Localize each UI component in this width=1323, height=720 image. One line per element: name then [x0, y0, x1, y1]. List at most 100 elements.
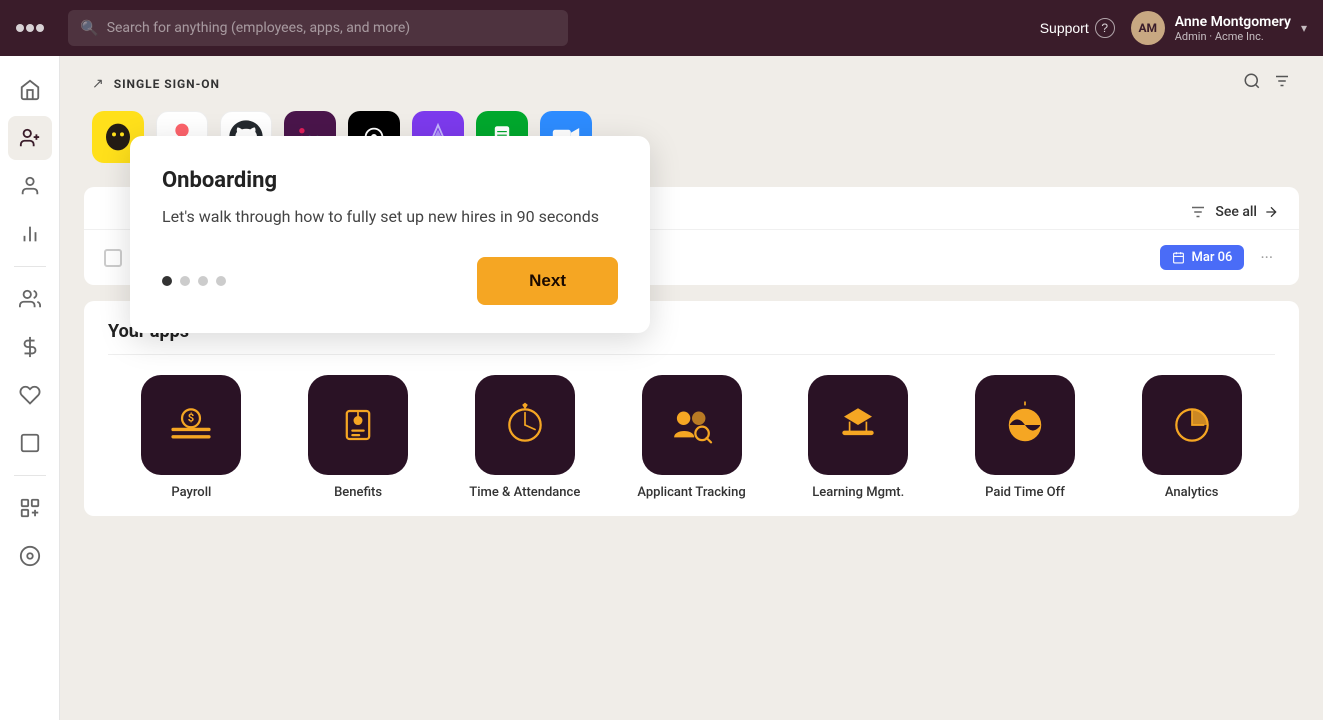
book-icon	[19, 432, 41, 454]
team-icon	[19, 288, 41, 310]
header-actions	[1243, 72, 1291, 95]
support-label: Support	[1040, 20, 1089, 36]
learning-icon-box	[808, 375, 908, 475]
sidebar-item-people[interactable]	[8, 164, 52, 208]
app-item-payroll[interactable]: $ Payroll	[108, 375, 275, 516]
apps-grid: $ Payroll	[108, 375, 1275, 516]
time-icon	[497, 397, 553, 453]
page-title: SINGLE SIGN-ON	[114, 77, 220, 91]
app-item-analytics-app[interactable]: Analytics	[1108, 375, 1275, 516]
step-dot-3	[198, 276, 208, 286]
time-label: Time & Attendance	[469, 485, 580, 500]
applicant-icon-box	[642, 375, 742, 475]
step-indicator	[162, 276, 226, 286]
next-button[interactable]: Next	[477, 257, 618, 305]
step-dot-2	[180, 276, 190, 286]
apps-divider	[108, 354, 1275, 355]
benefits-label: Benefits	[334, 485, 382, 500]
step-dot-4	[216, 276, 226, 286]
learning-label: Learning Mgmt.	[812, 485, 904, 500]
user-menu[interactable]: AM Anne Montgomery Admin · Acme Inc. ▾	[1131, 11, 1307, 45]
main-content: ↗ SINGLE SIGN-ON	[60, 56, 1323, 720]
add-person-icon	[19, 127, 41, 149]
benefits-icon-box	[308, 375, 408, 475]
app-item-benefits[interactable]: Benefits	[275, 375, 442, 516]
pto-label: Paid Time Off	[985, 485, 1065, 500]
heart-icon	[19, 384, 41, 406]
task-date: Mar 06	[1191, 250, 1232, 265]
avatar: AM	[1131, 11, 1165, 45]
main-layout: ↗ SINGLE SIGN-ON	[0, 56, 1323, 720]
user-info-text: Anne Montgomery Admin · Acme Inc.	[1175, 14, 1291, 43]
sidebar-item-app-store[interactable]	[8, 486, 52, 530]
step-dot-1	[162, 276, 172, 286]
logo	[16, 24, 44, 32]
sidebar-divider-1	[14, 266, 46, 267]
logo-dot-1	[16, 24, 24, 32]
learning-icon	[830, 397, 886, 453]
sidebar-divider-2	[14, 475, 46, 476]
support-help-icon: ?	[1095, 18, 1115, 38]
payroll-label: Payroll	[171, 485, 211, 500]
see-all-link[interactable]: See all	[1215, 204, 1279, 220]
sidebar-item-settings[interactable]	[8, 534, 52, 578]
sidebar-item-benefits[interactable]	[8, 373, 52, 417]
benefits-icon	[330, 397, 386, 453]
app-item-applicant[interactable]: Applicant Tracking	[608, 375, 775, 516]
svg-text:$: $	[188, 412, 194, 425]
time-icon-box	[475, 375, 575, 475]
arrow-right-icon	[1263, 204, 1279, 220]
sidebar-item-home[interactable]	[8, 68, 52, 112]
search-icon: 🔍	[80, 19, 99, 37]
onboarding-title: Onboarding	[162, 168, 618, 193]
filter-header-button[interactable]	[1273, 72, 1291, 95]
sidebar-item-analytics[interactable]	[8, 212, 52, 256]
filter-tasks-icon	[1189, 203, 1207, 221]
chevron-down-icon: ▾	[1301, 21, 1307, 35]
settings-circle-icon	[19, 545, 41, 567]
apps-section: Your apps $ Payroll	[84, 301, 1299, 516]
sidebar-item-teams[interactable]	[8, 277, 52, 321]
calendar-icon	[1172, 251, 1185, 264]
sso-icon: ↗	[92, 76, 104, 92]
bar-chart-icon	[19, 223, 41, 245]
pto-icon	[997, 397, 1053, 453]
user-subtitle: Admin · Acme Inc.	[1175, 30, 1291, 43]
sidebar	[0, 56, 60, 720]
home-icon	[19, 79, 41, 101]
app-item-learning[interactable]: Learning Mgmt.	[775, 375, 942, 516]
top-navigation: 🔍 Search for anything (employees, apps, …	[0, 0, 1323, 56]
onboarding-card: Onboarding Let's walk through how to ful…	[130, 136, 650, 333]
applicant-label: Applicant Tracking	[637, 485, 745, 500]
apps-grid-icon	[19, 497, 41, 519]
task-more-button[interactable]: ···	[1254, 244, 1279, 271]
task-date-badge: Mar 06	[1160, 245, 1244, 270]
sidebar-item-add-employee[interactable]	[8, 116, 52, 160]
onboarding-footer: Next	[162, 257, 618, 305]
onboarding-description: Let's walk through how to fully set up n…	[162, 205, 618, 229]
app-item-pto[interactable]: Paid Time Off	[942, 375, 1109, 516]
search-icon	[1243, 72, 1261, 90]
search-bar[interactable]: 🔍 Search for anything (employees, apps, …	[68, 10, 568, 46]
support-button[interactable]: Support ?	[1040, 18, 1115, 38]
analytics-icon	[1164, 397, 1220, 453]
sidebar-item-learning[interactable]	[8, 421, 52, 465]
pto-icon-box	[975, 375, 1075, 475]
search-placeholder: Search for anything (employees, apps, an…	[107, 20, 410, 36]
person-icon	[19, 175, 41, 197]
search-header-button[interactable]	[1243, 72, 1261, 95]
payroll-icon-box: $	[141, 375, 241, 475]
filter-icon	[1273, 72, 1291, 90]
nav-right: Support ? AM Anne Montgomery Admin · Acm…	[1040, 11, 1307, 45]
user-name: Anne Montgomery	[1175, 14, 1291, 30]
payroll-icon: $	[163, 397, 219, 453]
logo-dot-3	[36, 24, 44, 32]
sidebar-item-payroll[interactable]	[8, 325, 52, 369]
page-header: ↗ SINGLE SIGN-ON	[60, 56, 1323, 103]
app-item-time[interactable]: Time & Attendance	[441, 375, 608, 516]
analytics-label: Analytics	[1165, 485, 1219, 500]
analytics-icon-box	[1142, 375, 1242, 475]
task-checkbox[interactable]	[104, 249, 122, 267]
logo-dot-2	[26, 24, 34, 32]
see-all-label: See all	[1215, 204, 1257, 220]
